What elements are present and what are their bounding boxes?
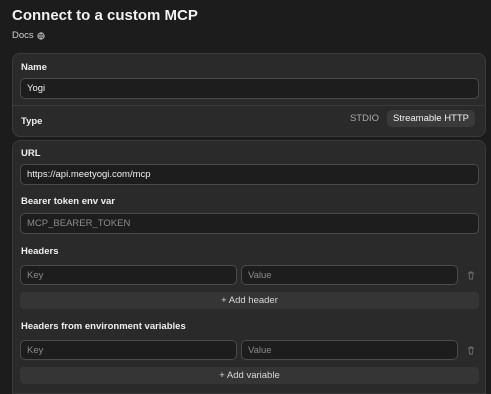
globe-icon <box>37 31 45 40</box>
header-key-input[interactable] <box>20 265 237 285</box>
docs-label: Docs <box>12 30 34 41</box>
url-input[interactable] <box>20 164 479 185</box>
card-divider <box>13 105 485 106</box>
type-option-stdio[interactable]: STDIO <box>344 110 385 127</box>
bearer-token-input[interactable] <box>20 213 479 234</box>
type-option-streamable-http[interactable]: Streamable HTTP <box>386 110 475 127</box>
bearer-token-label: Bearer token env var <box>21 196 115 207</box>
add-variable-button[interactable]: + Add variable <box>20 367 479 384</box>
transport-type-toggle: STDIO Streamable HTTP <box>344 110 475 127</box>
env-value-input[interactable] <box>241 340 458 360</box>
name-label: Name <box>21 62 47 73</box>
delete-env-variable-icon[interactable] <box>466 345 476 355</box>
type-label: Type <box>21 116 43 127</box>
url-label: URL <box>21 148 41 159</box>
delete-header-icon[interactable] <box>466 270 476 280</box>
name-type-card: Name Type STDIO Streamable HTTP <box>12 53 486 137</box>
docs-link[interactable]: Docs <box>12 30 45 41</box>
connection-card: URL Bearer token env var Headers + Add h… <box>12 140 486 394</box>
header-value-input[interactable] <box>241 265 458 285</box>
env-key-input[interactable] <box>20 340 237 360</box>
headers-label: Headers <box>21 246 59 257</box>
name-input[interactable] <box>20 78 479 99</box>
dialog-title: Connect to a custom MCP <box>12 7 198 24</box>
env-headers-label: Headers from environment variables <box>21 321 186 332</box>
add-header-button[interactable]: + Add header <box>20 292 479 309</box>
